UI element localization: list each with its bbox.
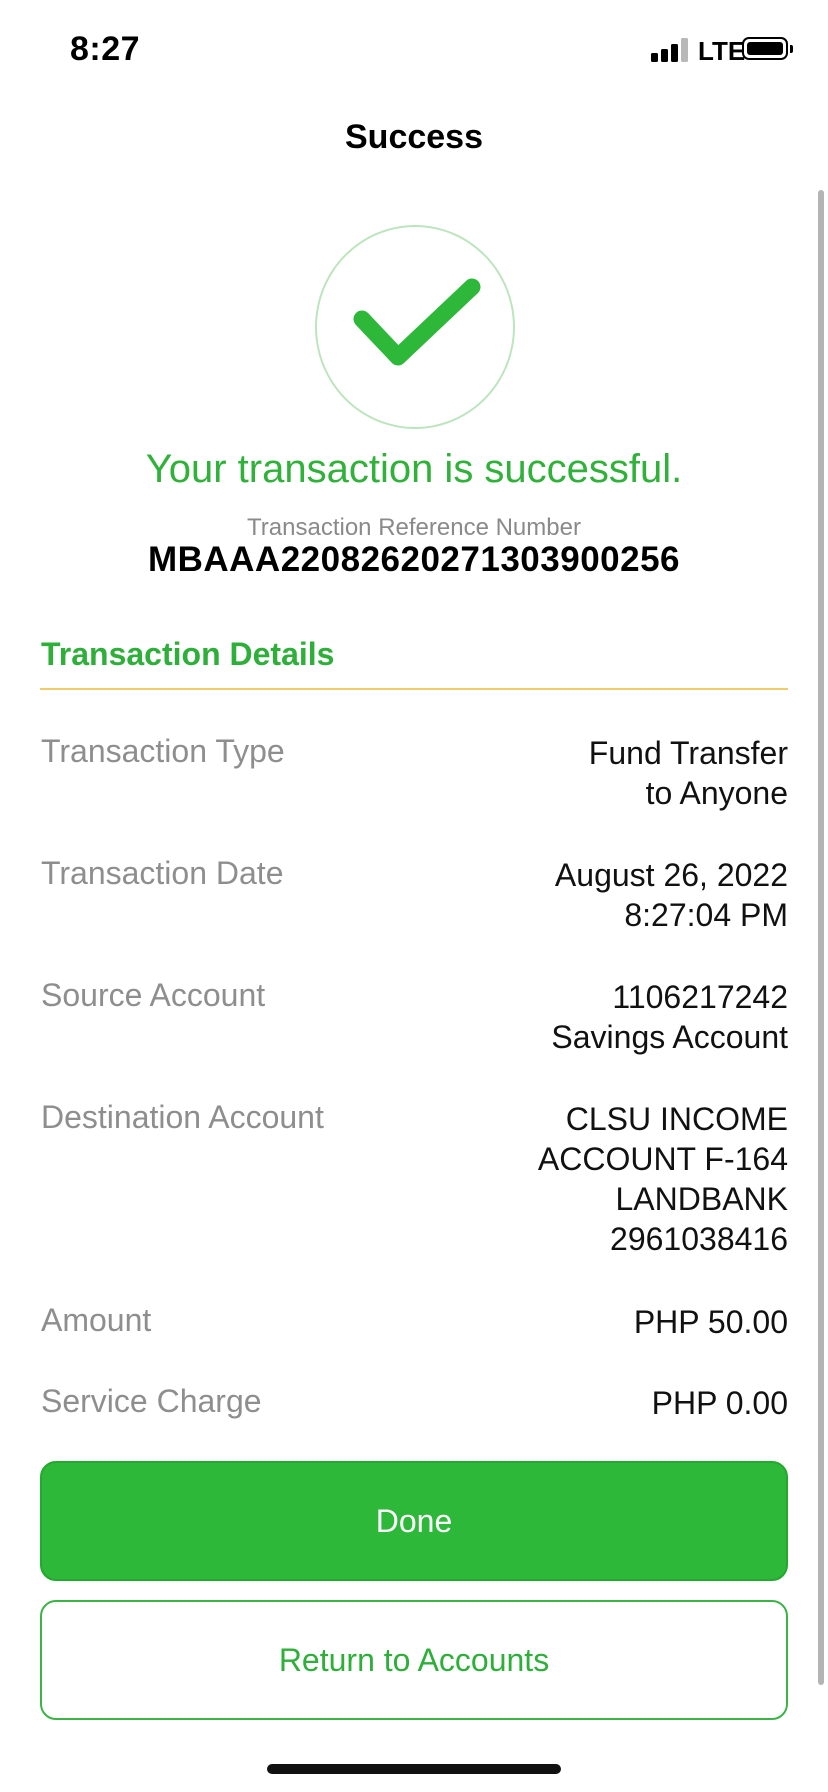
- status-bar: 8:27 LTE: [0, 0, 828, 100]
- detail-label: Transaction Type: [41, 733, 285, 769]
- detail-value-line: PHP 50.00: [633, 1304, 788, 1340]
- reference-label: Transaction Reference Number: [247, 514, 581, 541]
- network-label: LTE: [698, 36, 746, 66]
- detail-value-line: CLSU INCOME: [565, 1101, 788, 1137]
- detail-value-line: Fund Transfer: [588, 735, 788, 771]
- done-button[interactable]: Done: [40, 1461, 788, 1581]
- checkmark-icon: [353, 278, 481, 366]
- detail-value-line: 1106217242: [612, 979, 788, 1015]
- detail-value-line: August 26, 2022: [554, 857, 788, 893]
- return-button-label: Return to Accounts: [278, 1641, 550, 1678]
- signal-icon: [651, 38, 693, 62]
- detail-label: Transaction Date: [41, 855, 284, 891]
- detail-value: 1106217242 Savings Account: [551, 977, 788, 1057]
- detail-value: PHP 0.00: [652, 1383, 788, 1423]
- success-badge: [315, 225, 515, 429]
- detail-value-line: LANDBANK: [615, 1181, 789, 1217]
- page-title: Success: [345, 118, 483, 156]
- detail-value: August 26, 2022 8:27:04 PM: [555, 855, 788, 935]
- detail-label: Service Charge: [41, 1383, 262, 1419]
- return-to-accounts-button[interactable]: Return to Accounts: [40, 1600, 788, 1720]
- success-message: Your transaction is successful.: [145, 447, 683, 491]
- reference-number: MBAAA22082620271303900256: [147, 540, 681, 579]
- home-indicator[interactable]: [267, 1764, 561, 1774]
- battery-icon: [742, 37, 788, 60]
- battery-tip: [790, 45, 793, 53]
- detail-label: Destination Account: [41, 1099, 324, 1135]
- detail-label: Amount: [41, 1302, 152, 1338]
- detail-value-line: to Anyone: [645, 775, 788, 811]
- detail-value-line: ACCOUNT F-164: [537, 1141, 788, 1177]
- status-time: 8:27: [70, 30, 141, 68]
- scrollbar[interactable]: [818, 190, 824, 1685]
- detail-value: Fund Transfer to Anyone: [589, 733, 788, 813]
- details-section-title: Transaction Details: [41, 636, 335, 672]
- detail-value-line: PHP 0.00: [651, 1385, 788, 1421]
- detail-label: Source Account: [41, 977, 266, 1013]
- done-button-label: Done: [375, 1502, 453, 1539]
- detail-value-line: Savings Account: [551, 1019, 788, 1055]
- detail-value-line: 2961038416: [610, 1221, 788, 1257]
- detail-value: PHP 50.00: [634, 1302, 788, 1342]
- detail-value: CLSU INCOME ACCOUNT F-164 LANDBANK 29610…: [538, 1099, 788, 1259]
- divider: [40, 688, 788, 690]
- detail-value-line: 8:27:04 PM: [624, 897, 788, 933]
